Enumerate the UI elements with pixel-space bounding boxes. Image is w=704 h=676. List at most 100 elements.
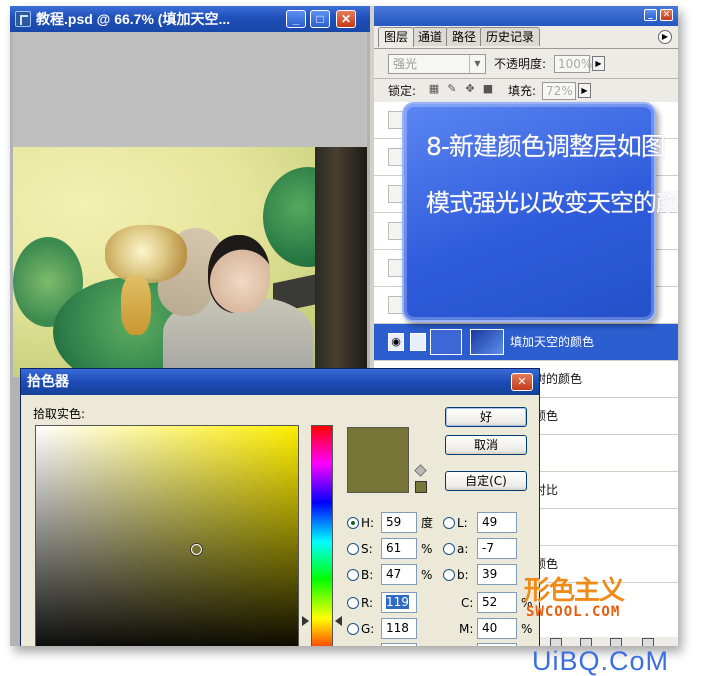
opacity-slider-arrow-icon[interactable]: ▶ [592, 56, 605, 71]
rgb-b-field[interactable]: 46 [381, 643, 417, 646]
l-field[interactable]: 49 [477, 512, 517, 533]
opacity-label: 不透明度: [494, 57, 547, 71]
layers-panel-footer [550, 638, 678, 646]
document-photo[interactable] [13, 147, 367, 377]
panel-close-button[interactable]: ✕ [660, 9, 673, 21]
color-picker-title-bar[interactable]: 拾色器 ✕ [21, 369, 539, 395]
s-unit: % [421, 542, 433, 556]
fill-slider-arrow-icon[interactable]: ▶ [578, 83, 591, 98]
g-field[interactable]: 118 [381, 618, 417, 639]
custom-colors-button[interactable]: 自定(C) [445, 471, 527, 491]
lock-all-icon[interactable]: ■ [482, 83, 494, 95]
canvas-background[interactable] [13, 32, 367, 147]
tutorial-callout: 8-新建颜色调整层如图 模式强光以改变天空的颜色 [402, 102, 678, 322]
eye-icon: ◉ [391, 335, 401, 348]
tab-paths[interactable]: 路径 [446, 27, 483, 46]
callout-line-2: 模式强光以改变天空的颜色 [426, 189, 678, 217]
a-field[interactable]: -7 [477, 538, 517, 559]
color-picker-title: 拾色器 [27, 374, 69, 390]
opacity-field[interactable]: 100% [554, 55, 592, 73]
fill-label: 填充: [508, 84, 537, 98]
layer-visibility-toggle[interactable]: ◉ [388, 333, 404, 351]
lab-b-label: b: [457, 568, 469, 582]
blend-mode-select[interactable]: 强光 ▼ [388, 54, 486, 74]
h-label: H: [361, 516, 375, 530]
b-unit: % [421, 568, 433, 582]
y-field[interactable]: 90 [477, 643, 517, 646]
tab-channels[interactable]: 通道 [412, 27, 449, 46]
minimize-button[interactable]: _ [286, 10, 306, 28]
panel-tabs: 图层 通道 路径 历史记录 [378, 27, 541, 47]
ok-button[interactable]: 好 [445, 407, 527, 427]
cancel-button[interactable]: 取消 [445, 435, 527, 455]
radio-a[interactable] [443, 543, 455, 555]
h-unit: 度 [421, 516, 434, 530]
callout-line-1: 8-新建颜色调整层如图 [426, 132, 666, 161]
tab-layers[interactable]: 图层 [378, 27, 415, 47]
chevron-down-icon: ▼ [469, 55, 485, 73]
h-field[interactable]: 59 [381, 512, 417, 533]
adjustment-layer-icon[interactable] [580, 638, 592, 646]
radio-s[interactable] [347, 543, 359, 555]
trash-icon[interactable] [642, 638, 654, 646]
lock-transparency-icon[interactable]: ▦ [428, 83, 440, 95]
b-label: B: [361, 568, 374, 582]
new-group-icon[interactable] [550, 638, 562, 646]
fill-field[interactable]: 72% [542, 82, 576, 100]
web-safe-swatch[interactable] [415, 481, 427, 493]
radio-b[interactable] [347, 569, 359, 581]
blend-mode-value: 强光 [393, 57, 418, 71]
blend-row: 强光 ▼ 不透明度: 100% ▶ [374, 48, 678, 78]
woman-head [208, 235, 270, 313]
panel-menu-arrow-icon[interactable]: ▶ [658, 30, 672, 44]
lock-paint-icon[interactable]: ✎ [446, 83, 458, 95]
radio-h[interactable] [347, 517, 359, 529]
glass-bowl [105, 225, 187, 283]
layers-panel-title-bar[interactable]: _ ✕ [374, 6, 678, 26]
lock-move-icon[interactable]: ✥ [464, 83, 476, 95]
r-label: R: [361, 596, 374, 610]
layer-row[interactable]: ◉ 填加天空的颜色 [374, 324, 678, 361]
radio-g[interactable] [347, 623, 359, 635]
m-label: M: [459, 622, 474, 636]
watermark-logo: 形色主义 [524, 576, 625, 606]
radio-r[interactable] [347, 597, 359, 609]
wooden-pillar [315, 147, 367, 377]
hue-slider-left-arrow-icon[interactable] [302, 615, 309, 626]
saturation-brightness-field[interactable] [35, 425, 299, 646]
new-layer-icon[interactable] [610, 638, 622, 646]
new-color-swatch [347, 427, 409, 493]
hue-slider[interactable] [311, 425, 333, 646]
tab-history[interactable]: 历史记录 [480, 27, 541, 46]
r-value: 119 [386, 595, 409, 609]
g-label: G: [361, 622, 375, 636]
close-button[interactable]: ✕ [511, 373, 533, 391]
web-safe-cube-icon[interactable] [414, 464, 427, 477]
c-field[interactable]: 52 [477, 592, 517, 613]
m-unit: % [521, 622, 533, 636]
screenshot-stage: 教程.psd @ 66.7% (填加天空... _ □ ✕ _ ✕ 图层 通道 … [0, 0, 704, 676]
s-field[interactable]: 61 [381, 538, 417, 559]
layer-name: 填加天空的颜色 [510, 335, 595, 349]
watermark-uibq: UiBQ.CoM [532, 646, 670, 676]
panel-minimize-button[interactable]: _ [644, 9, 657, 21]
color-cursor[interactable] [191, 544, 203, 556]
hue-slider-right-arrow-icon[interactable] [335, 615, 342, 626]
layer-link-toggle[interactable] [410, 333, 426, 351]
document-title-bar[interactable]: 教程.psd @ 66.7% (填加天空... _ □ ✕ [10, 6, 370, 32]
lock-label: 锁定: [388, 84, 417, 98]
bowl-goldfish [121, 275, 151, 335]
radio-lab-b[interactable] [443, 569, 455, 581]
close-button[interactable]: ✕ [336, 10, 356, 28]
watermark-url: SWCOOL.COM [526, 604, 621, 620]
maximize-button[interactable]: □ [310, 10, 330, 28]
a-label: a: [457, 542, 469, 556]
lab-b-field[interactable]: 39 [477, 564, 517, 585]
radio-l[interactable] [443, 517, 455, 529]
r-field[interactable]: 119 [381, 592, 417, 613]
b-field[interactable]: 47 [381, 564, 417, 585]
color-picker-dialog: 拾色器 ✕ 拾取实色: 好 取消 自定(C) H: 59 度 S: 61 % B… [20, 368, 540, 646]
photoshop-workspace: 教程.psd @ 66.7% (填加天空... _ □ ✕ _ ✕ 图层 通道 … [10, 6, 678, 646]
layer-mask-thumbnail[interactable] [470, 329, 504, 355]
m-field[interactable]: 40 [477, 618, 517, 639]
